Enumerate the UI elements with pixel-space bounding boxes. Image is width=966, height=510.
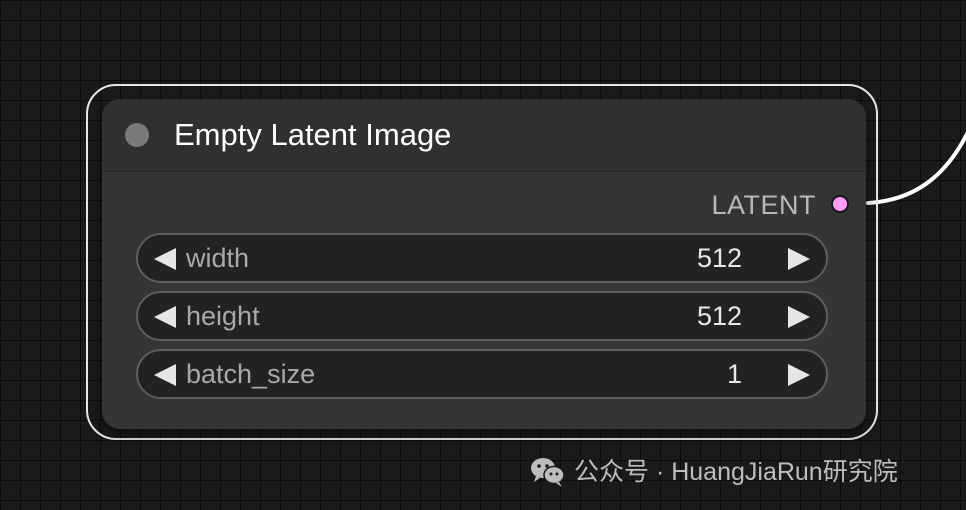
- graph-canvas[interactable]: Empty Latent Image LATENT width 512 heig…: [0, 0, 966, 510]
- watermark-text: 公众号 · HuangJiaRun研究院: [574, 458, 898, 486]
- widget-label: height: [186, 301, 260, 331]
- increment-arrow-icon[interactable]: [788, 364, 810, 386]
- node-header[interactable]: Empty Latent Image: [102, 99, 866, 172]
- widget-label: batch_size: [186, 359, 316, 389]
- widget-value[interactable]: 1: [727, 358, 742, 390]
- width-widget[interactable]: width 512: [136, 233, 828, 283]
- circle-dot-icon[interactable]: [125, 123, 149, 147]
- increment-arrow-icon[interactable]: [788, 306, 810, 328]
- decrement-arrow-icon[interactable]: [154, 306, 176, 328]
- height-widget[interactable]: height 512: [136, 291, 828, 341]
- widget-value[interactable]: 512: [697, 242, 742, 274]
- decrement-arrow-icon[interactable]: [154, 364, 176, 386]
- batch-size-widget[interactable]: batch_size 1: [136, 349, 828, 399]
- wechat-icon: [531, 458, 565, 487]
- watermark: 公众号 · HuangJiaRun研究院: [530, 455, 898, 489]
- decrement-arrow-icon[interactable]: [154, 248, 176, 270]
- node-title: Empty Latent Image: [174, 117, 452, 152]
- widget-value[interactable]: 512: [697, 300, 742, 332]
- widget-label: width: [186, 243, 250, 273]
- latent-output-label: LATENT: [711, 190, 816, 220]
- empty-latent-image-node[interactable]: Empty Latent Image LATENT width 512 heig…: [102, 99, 866, 429]
- increment-arrow-icon[interactable]: [788, 248, 810, 270]
- latent-output-slot[interactable]: [831, 195, 849, 213]
